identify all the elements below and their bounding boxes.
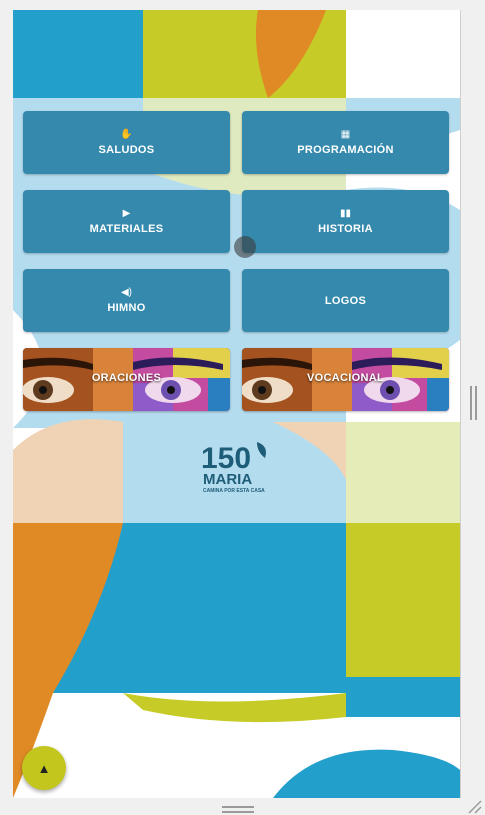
vocacional-button[interactable]: VOCACIONAL [242,348,449,411]
bottom-resize-handle[interactable] [222,806,254,814]
himno-label: HIMNO [107,301,146,314]
historia-label: HISTORIA [318,222,373,235]
svg-text:CAMINA POR ESTA CASA: CAMINA POR ESTA CASA [203,488,265,494]
materiales-button[interactable]: ▶ MATERIALES [23,190,230,253]
vocacional-label: VOCACIONAL [307,372,384,384]
speaker-icon: ◀) [120,286,133,298]
himno-button[interactable]: ◀) HIMNO [23,269,230,332]
side-resize-handle[interactable] [470,386,478,420]
scroll-to-top-button[interactable]: ▲ [22,746,66,790]
maria-150-logo: 150 MARIA CAMINA POR ESTA CASA [201,442,266,494]
play-icon: ▶ [122,207,131,219]
calendar-icon: ▦ [340,128,351,140]
oraciones-button[interactable]: ORACIONES [23,348,230,411]
resize-corner-icon[interactable] [466,800,482,814]
logos-label: LOGOS [324,294,367,307]
saludos-label: SALUDOS [98,143,155,156]
saludos-button[interactable]: ✋ SALUDOS [23,111,230,174]
programacion-label: PROGRAMACIÓN [297,143,394,156]
book-icon: ▮▮ [339,207,351,219]
logos-button[interactable]: LOGOS [242,269,449,332]
app-viewport: ✋ SALUDOS ▦ PROGRAMACIÓN ▶ MATERIALES ▮▮… [13,10,461,798]
materiales-label: MATERIALES [89,222,164,235]
programacion-button[interactable]: ▦ PROGRAMACIÓN [242,111,449,174]
touch-indicator [234,236,256,258]
historia-button[interactable]: ▮▮ HISTORIA [242,190,449,253]
oraciones-label: ORACIONES [91,372,162,384]
svg-text:MARIA: MARIA [203,471,252,488]
hand-icon: ✋ [120,128,133,140]
arrow-up-icon: ▲ [37,760,51,776]
